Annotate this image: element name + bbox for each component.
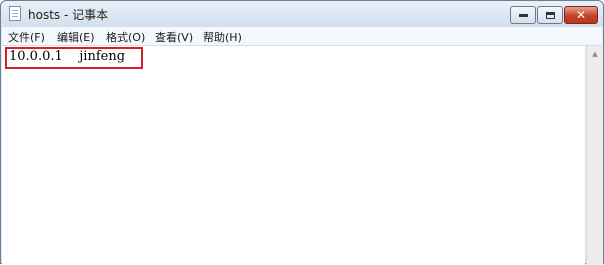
title-bar[interactable]: hosts - 记事本 ✕ (1, 1, 603, 27)
menu-help[interactable]: 帮助(H) (203, 29, 242, 45)
notepad-icon (9, 6, 21, 21)
minimize-icon (518, 13, 528, 17)
minimize-button[interactable] (510, 6, 536, 24)
scroll-up-button[interactable]: ▲ (587, 46, 603, 62)
close-icon: ✕ (575, 8, 587, 22)
menu-view[interactable]: 查看(V) (155, 29, 193, 45)
menu-edit[interactable]: 编辑(E) (57, 29, 95, 45)
menu-file[interactable]: 文件(F) (8, 29, 45, 45)
close-button[interactable]: ✕ (564, 6, 598, 24)
menu-format[interactable]: 格式(O) (106, 29, 145, 45)
maximize-button[interactable] (537, 6, 563, 24)
arrow-up-icon: ▲ (592, 50, 598, 58)
menu-bar: 文件(F) 编辑(E) 格式(O) 查看(V) 帮助(H) (2, 27, 602, 46)
maximize-icon (545, 11, 555, 19)
window-title: hosts - 记事本 (28, 8, 109, 22)
text-editor[interactable]: 10.0.0.1 jinfeng (2, 46, 585, 265)
highlight-annotation (5, 47, 143, 69)
notepad-window: hosts - 记事本 ✕ 文件(F) 编辑(E) 格式(O) 查看(V) 帮助… (0, 0, 604, 265)
vertical-scrollbar[interactable]: ▲ (586, 46, 603, 265)
